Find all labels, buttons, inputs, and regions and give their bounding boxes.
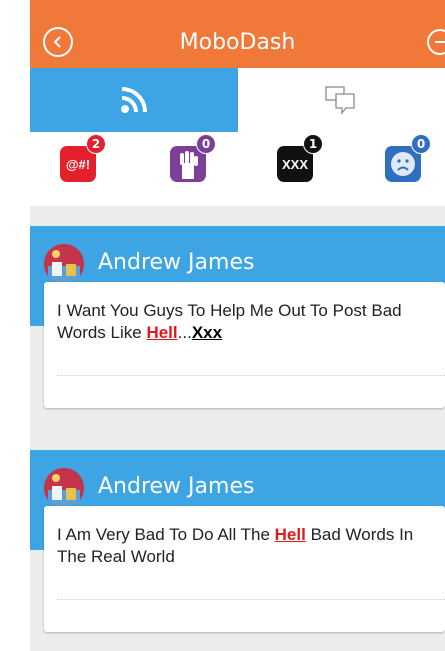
app-header: MoboDash <box>30 0 445 68</box>
reaction-badges: @#! 2 0 XXX 1 0 <box>30 132 445 206</box>
raised-fist-icon <box>180 151 198 179</box>
tab-feed[interactable] <box>30 68 238 132</box>
flagged-word: Xxx <box>191 323 223 342</box>
tab-chat[interactable] <box>237 68 445 132</box>
post-text-part: I Am Very Bad To Do All The <box>57 525 275 544</box>
post-author[interactable]: Andrew James <box>98 474 254 499</box>
avatar[interactable] <box>44 244 84 284</box>
app-frame: MoboDash @#! 2 0 XXX 1 0 Andrew James I … <box>30 0 445 651</box>
sad-count: 0 <box>411 134 431 154</box>
fist-badge[interactable]: 0 <box>170 134 216 182</box>
cursing-badge[interactable]: @#! 2 <box>60 134 106 182</box>
post-text: I Am Very Bad To Do All The Hell Bad Wor… <box>57 524 439 568</box>
post-author[interactable]: Andrew James <box>98 250 254 275</box>
post-text-part: ... <box>177 323 192 342</box>
divider <box>57 599 445 600</box>
flagged-word: Hell <box>274 525 306 544</box>
cursing-symbols-icon: @#! <box>65 156 91 172</box>
rss-feed-icon <box>120 87 147 113</box>
post-text: I Want You Guys To Help Me Out To Post B… <box>57 300 439 344</box>
tab-bar <box>30 68 445 132</box>
avatar-image-icon <box>44 468 84 508</box>
page-title: MoboDash <box>179 30 296 55</box>
xxx-icon: XXX <box>281 156 308 172</box>
fist-count: 0 <box>196 134 216 154</box>
xxx-badge[interactable]: XXX 1 <box>277 134 323 182</box>
divider <box>57 375 445 376</box>
avatar[interactable] <box>44 468 84 508</box>
post-card[interactable]: I Am Very Bad To Do All The Hell Bad Wor… <box>44 506 445 632</box>
flagged-word: Hell <box>146 323 178 342</box>
sad-badge[interactable]: 0 <box>385 134 431 182</box>
avatar-image-icon <box>44 244 84 284</box>
post-text-part: I Want You Guys To Help Me Out To Post B… <box>57 301 402 342</box>
xxx-count: 1 <box>303 134 323 154</box>
sad-face-icon <box>391 152 415 176</box>
post-card[interactable]: I Want You Guys To Help Me Out To Post B… <box>44 282 445 408</box>
cursing-count: 2 <box>86 134 106 154</box>
chat-bubbles-icon <box>325 86 355 115</box>
